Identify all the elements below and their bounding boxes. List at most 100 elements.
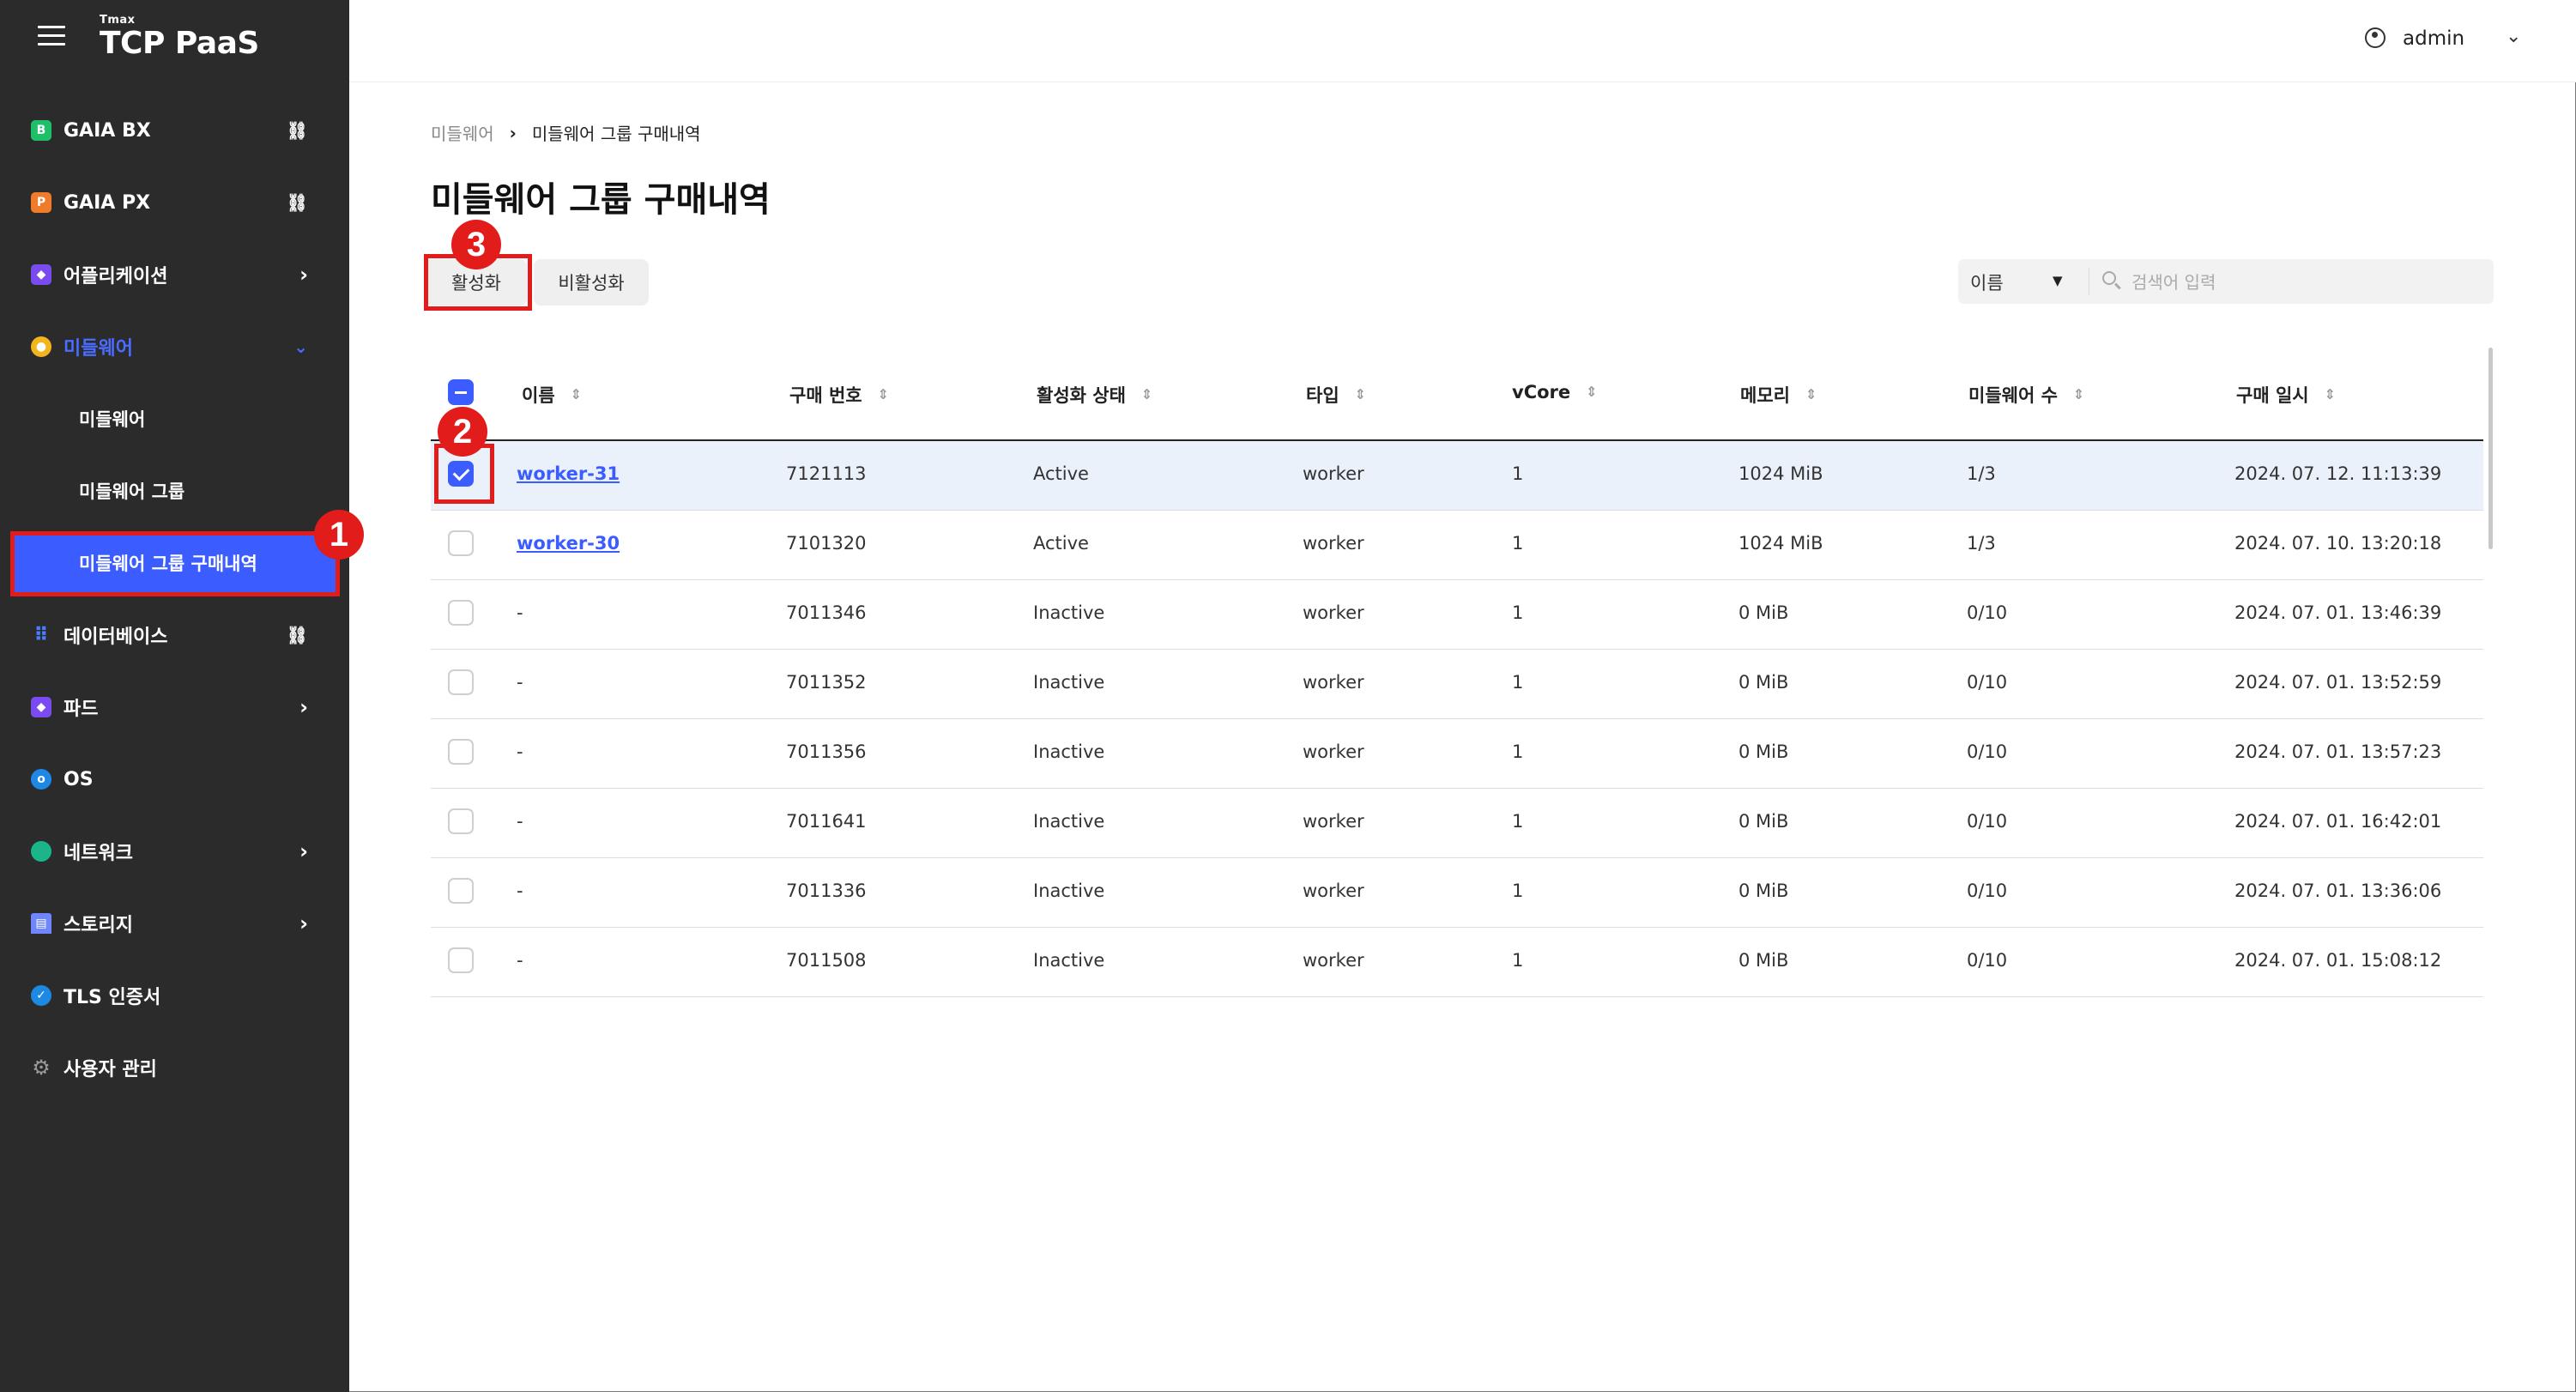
annotation-marker-3: 3 [451, 220, 501, 269]
row-checkbox[interactable] [448, 878, 474, 904]
row-count: 0/10 [1967, 672, 2008, 693]
row-count: 0/10 [1967, 950, 2008, 971]
logo-tmax: Tmax [100, 14, 136, 27]
sidebar-item-gaia-px[interactable]: P GAIA PX ⛓ [0, 166, 349, 239]
row-name: - [517, 741, 523, 762]
row-checkbox[interactable] [448, 947, 474, 973]
row-checkbox[interactable] [448, 739, 474, 765]
sidebar-item-label: GAIA PX [63, 191, 151, 214]
row-vcore: 1 [1512, 811, 1524, 832]
sort-icon[interactable]: ⇕ [1141, 388, 1152, 402]
sidebar-item-storage[interactable]: ▤ 스토리지 › [0, 887, 349, 959]
row-memory: 0 MiB [1738, 602, 1789, 623]
sidebar-item-application[interactable]: ◆ 어플리케이션 › [0, 239, 349, 311]
caret-down-icon[interactable]: ▼ [2053, 273, 2063, 288]
row-date: 2024. 07. 12. 11:13:39 [2234, 463, 2442, 484]
table-header: 이름 ⇕ 구매 번호 ⇕ 활성화 상태 ⇕ 타입 ⇕ vCore ⇕ 메모리 ⇕ 미들웨어 … [431, 356, 2483, 441]
sidebar-item-database[interactable]: ⠿ 데이터베이스 ⛓ [0, 599, 349, 671]
row-type: worker [1303, 881, 1364, 901]
column-header-purchase-no[interactable]: 구매 번호 ⇕ [789, 382, 889, 408]
sidebar-item-label: TLS 인증서 [63, 987, 161, 1008]
sort-icon[interactable]: ⇕ [1805, 388, 1817, 402]
row-vcore: 1 [1512, 741, 1524, 762]
sidebar-item-os[interactable]: o OS [0, 743, 349, 815]
deactivate-button[interactable]: 비활성화 [534, 259, 649, 306]
column-header-label: 구매 번호 [789, 385, 862, 406]
sidebar-item-label: 데이터베이스 [63, 626, 168, 648]
row-name-link[interactable]: worker-30 [517, 533, 620, 554]
user-name[interactable]: admin [2403, 27, 2464, 50]
sort-icon[interactable]: ⇕ [2073, 388, 2084, 402]
sort-icon[interactable]: ⇕ [1586, 385, 1597, 399]
select-all-checkbox[interactable] [448, 379, 474, 405]
sidebar-item-user-management[interactable]: ⚙ 사용자 관리 [0, 1032, 349, 1104]
gear-icon: ⚙ [32, 1056, 51, 1080]
column-header-label: 이름 [522, 385, 555, 406]
row-memory: 1024 MiB [1738, 463, 1823, 484]
row-checkbox[interactable] [448, 808, 474, 834]
sidebar: Tmax TCP PaaS B GAIA BX ⛓ P GAIA PX ⛓ ◆ … [0, 0, 349, 1392]
chevron-right-icon: › [299, 911, 308, 935]
sidebar-item-gaia-bx[interactable]: B GAIA BX ⛓ [0, 94, 349, 166]
breadcrumb-current: 미들웨어 그룹 구매내역 [531, 124, 701, 144]
column-header-memory[interactable]: 메모리 ⇕ [1740, 382, 1817, 408]
column-header-count[interactable]: 미들웨어 수 ⇕ [1968, 382, 2084, 408]
user-icon[interactable] [2365, 27, 2386, 48]
search-input[interactable] [2130, 266, 2476, 299]
sidebar-item-tls[interactable]: ✓ TLS 인증서 [0, 959, 349, 1032]
row-status: Inactive [1033, 741, 1105, 762]
row-count: 0/10 [1967, 881, 2008, 901]
row-purchase-no: 7011508 [786, 950, 867, 971]
sidebar-subitem-middleware-group[interactable]: 미들웨어 그룹 [0, 455, 349, 527]
menu-icon[interactable] [38, 26, 65, 45]
logo-name: TCP PaaS [100, 26, 259, 61]
scrollbar[interactable] [2488, 348, 2493, 549]
row-checkbox[interactable] [448, 530, 474, 556]
chevron-down-icon[interactable]: ⌄ [2506, 26, 2521, 47]
column-header-name[interactable]: 이름 ⇕ [522, 382, 582, 408]
table-row[interactable]: - 7011508 Inactive worker 1 0 MiB 0/10 2… [431, 928, 2483, 997]
row-status: Inactive [1033, 811, 1105, 832]
sidebar-item-pod[interactable]: ◆ 파드 › [0, 671, 349, 743]
column-header-vcore[interactable]: vCore ⇕ [1512, 382, 1598, 402]
row-purchase-no: 7101320 [786, 533, 867, 554]
row-vcore: 1 [1512, 463, 1524, 484]
sort-icon[interactable]: ⇕ [571, 388, 582, 402]
row-name: - [517, 672, 523, 693]
search-filter-select[interactable]: 이름 [1970, 269, 2004, 295]
row-vcore: 1 [1512, 602, 1524, 623]
table-row[interactable]: - 7011346 Inactive worker 1 0 MiB 0/10 2… [431, 580, 2483, 650]
annotation-marker-1: 1 [314, 510, 364, 560]
breadcrumb-parent[interactable]: 미들웨어 [431, 120, 494, 145]
sidebar-item-network[interactable]: 네트워크 › [0, 815, 349, 887]
column-header-type[interactable]: 타입 ⇕ [1306, 382, 1366, 408]
cube-icon: ◆ [31, 264, 51, 285]
row-type: worker [1303, 463, 1364, 484]
column-header-date[interactable]: 구매 일시 ⇕ [2236, 382, 2336, 408]
row-type: worker [1303, 741, 1364, 762]
row-type: worker [1303, 602, 1364, 623]
sort-icon[interactable]: ⇕ [1355, 388, 1366, 402]
top-bar [349, 0, 2576, 82]
table-row[interactable]: - 7011336 Inactive worker 1 0 MiB 0/10 2… [431, 858, 2483, 928]
sort-icon[interactable]: ⇕ [878, 388, 889, 402]
sidebar-item-middleware[interactable]: ● 미들웨어 ⌄ [0, 311, 349, 383]
table-row[interactable]: - 7011356 Inactive worker 1 0 MiB 0/10 2… [431, 719, 2483, 789]
sort-icon[interactable]: ⇕ [2325, 388, 2336, 402]
sidebar-item-label: 스토리지 [63, 915, 133, 936]
row-checkbox[interactable] [448, 669, 474, 695]
table-row[interactable]: worker-31 7121113 Active worker 1 1024 M… [431, 441, 2483, 511]
table-row[interactable]: - 7011641 Inactive worker 1 0 MiB 0/10 2… [431, 789, 2483, 858]
table-row[interactable]: worker-30 7101320 Active worker 1 1024 M… [431, 511, 2483, 580]
row-count: 1/3 [1967, 533, 1996, 554]
sidebar-subitem-middleware[interactable]: 미들웨어 [0, 383, 349, 455]
table-row[interactable]: - 7011352 Inactive worker 1 0 MiB 0/10 2… [431, 650, 2483, 719]
chevron-right-icon: › [299, 263, 308, 287]
gaia-px-icon: P [31, 192, 51, 213]
row-vcore: 1 [1512, 950, 1524, 971]
row-purchase-no: 7011336 [786, 881, 867, 901]
column-header-status[interactable]: 활성화 상태 ⇕ [1037, 382, 1152, 408]
row-checkbox[interactable] [448, 600, 474, 626]
row-name-link[interactable]: worker-31 [517, 463, 620, 484]
gaia-bx-icon: B [31, 120, 51, 141]
